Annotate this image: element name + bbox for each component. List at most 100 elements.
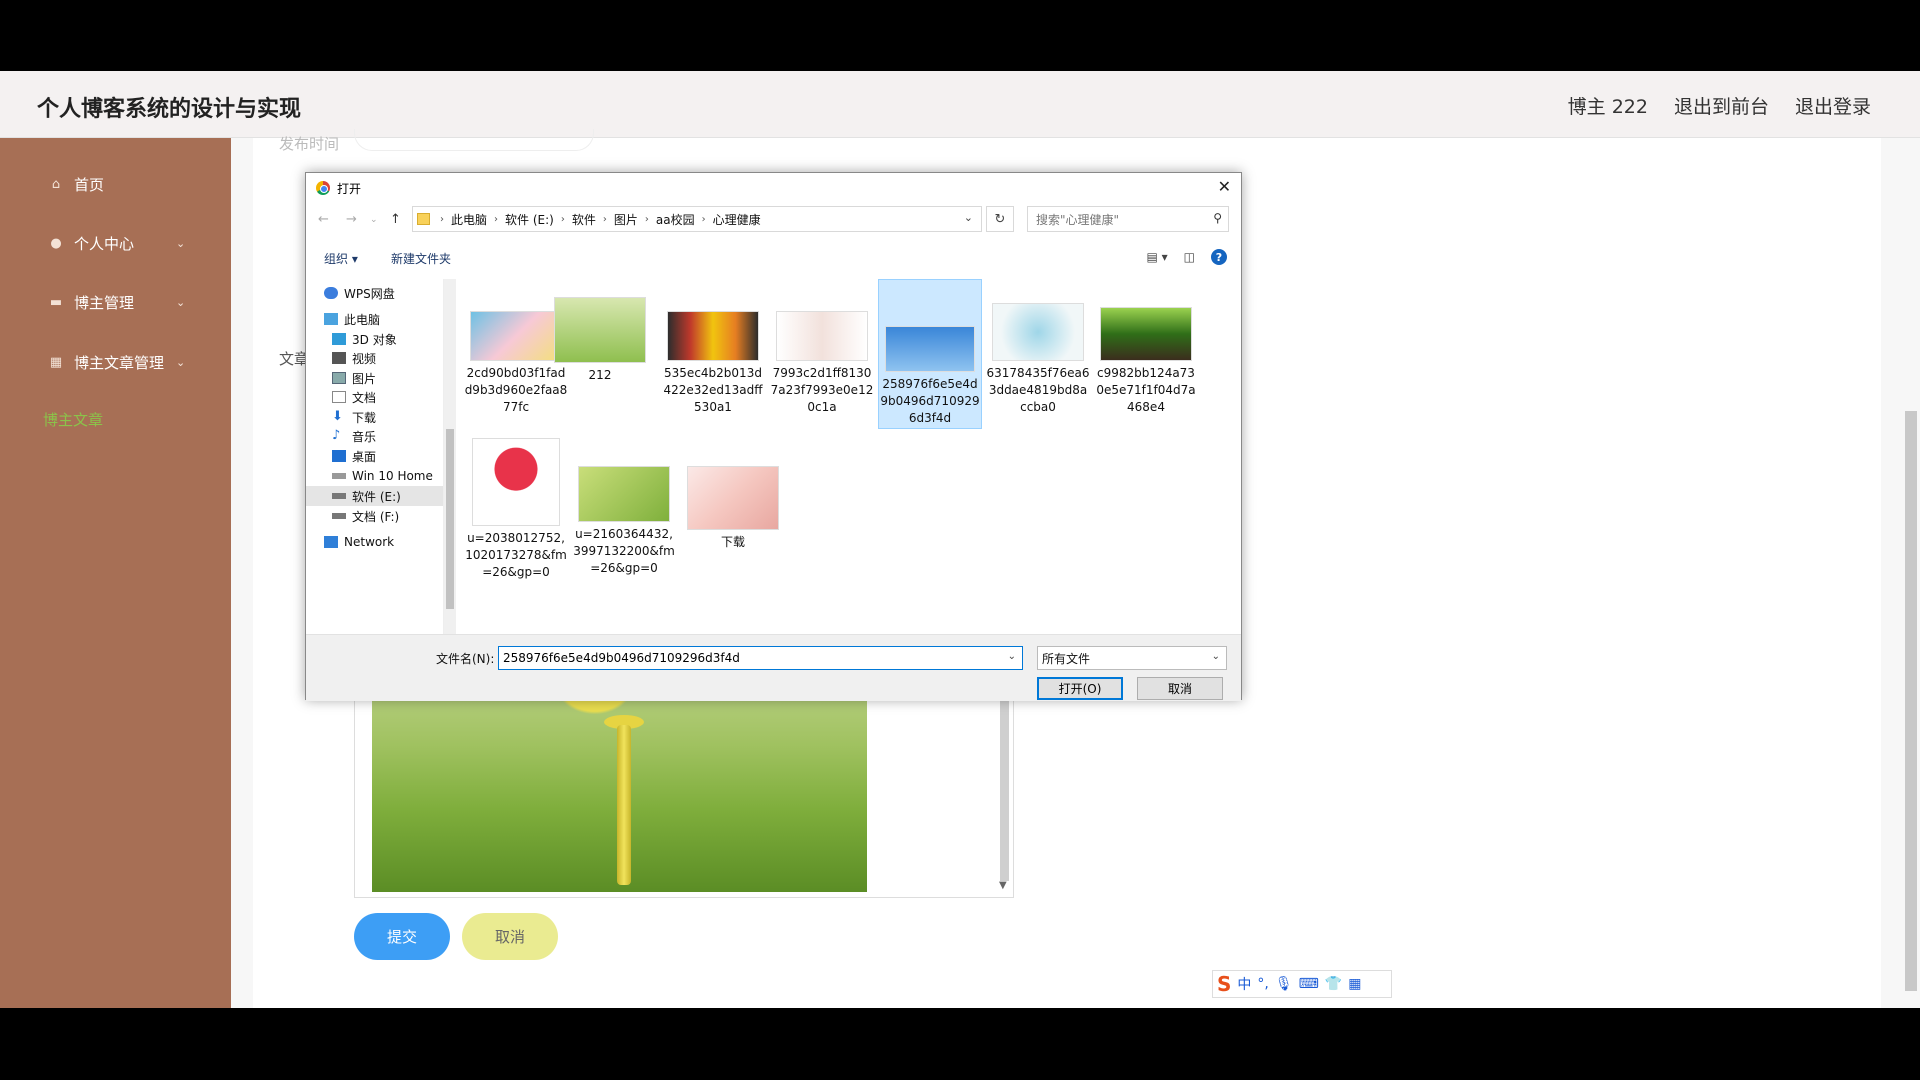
breadcrumb[interactable]: 软件 bbox=[572, 211, 596, 228]
sidebar-item-label: 博主文章管理 bbox=[74, 354, 165, 372]
tree-item-3d[interactable]: 3D 对象 bbox=[332, 329, 397, 349]
forward-icon[interactable]: → bbox=[346, 212, 357, 227]
sidebar-item-blogger[interactable]: ▬ 博主管理 ⌄ bbox=[48, 292, 198, 313]
dialog-titlebar[interactable]: 打开 ✕ bbox=[306, 173, 1241, 203]
close-icon[interactable]: ✕ bbox=[1218, 177, 1231, 196]
sidebar-item-home[interactable]: ⌂ 首页 bbox=[48, 174, 198, 195]
ime-toolbar[interactable]: S 中 °, 🎙 ⌨ 👕 ▦ bbox=[1212, 970, 1392, 998]
cancel-button[interactable]: 取消 bbox=[462, 913, 558, 960]
skin-icon[interactable]: 👕 bbox=[1325, 976, 1342, 992]
dialog-cancel-button[interactable]: 取消 bbox=[1137, 677, 1223, 700]
view-mode-icon[interactable]: ▤ ▾ bbox=[1146, 250, 1167, 264]
breadcrumb[interactable]: 图片 bbox=[614, 211, 638, 228]
tree-item-music[interactable]: ♪ 音乐 bbox=[332, 426, 376, 446]
chevron-down-icon[interactable]: ⌄ bbox=[1008, 651, 1016, 662]
tree-label: Network bbox=[344, 535, 395, 549]
open-button[interactable]: 打开(O) bbox=[1037, 677, 1123, 700]
dialog-title: 打开 bbox=[337, 181, 362, 196]
cube-icon bbox=[332, 333, 346, 345]
breadcrumb-sep: › bbox=[602, 213, 607, 225]
address-bar[interactable]: › 此电脑 › 软件 (E:) › 软件 › 图片 › aa校园 › 心理健康 … bbox=[412, 206, 982, 232]
sidebar-subitem-articles[interactable]: 博主文章 bbox=[43, 409, 103, 430]
preview-pane-icon[interactable]: ◫ bbox=[1184, 250, 1195, 264]
dialog-toolbar: 组织 ▾ 新建文件夹 ▤ ▾ ◫ ? bbox=[306, 243, 1241, 273]
tree-item-docs[interactable]: 文档 bbox=[332, 387, 376, 407]
publish-time-input[interactable] bbox=[354, 129, 594, 151]
file-item-selected[interactable]: 258976f6e5e4d9b0496d7109296d3f4d bbox=[878, 279, 982, 429]
mic-icon[interactable]: 🎙 bbox=[1275, 976, 1293, 992]
file-item[interactable]: c9982bb124a730e5e71f1f04d7a468e4 bbox=[1094, 283, 1198, 416]
file-name: 535ec4b2b013d422e32ed13adff530a1 bbox=[663, 366, 763, 414]
page-scrollbar[interactable] bbox=[1905, 411, 1917, 991]
recent-dropdown-icon[interactable]: ⌄ bbox=[370, 215, 378, 225]
navigation-bar: ← → ⌄ ↑ › 此电脑 › 软件 (E:) › 软件 › 图片 › aa校园… bbox=[306, 206, 1241, 236]
tree-item-desktop[interactable]: 桌面 bbox=[332, 446, 376, 466]
punct-icon[interactable]: °, bbox=[1257, 976, 1268, 992]
tree-item-drive-f[interactable]: 文档 (F:) bbox=[332, 506, 399, 526]
tree-item-wps[interactable]: WPS网盘 bbox=[324, 283, 395, 303]
chevron-down-icon[interactable]: ⌄ bbox=[1212, 651, 1220, 662]
filetype-select[interactable]: 所有文件 ⌄ bbox=[1037, 646, 1227, 670]
back-icon[interactable]: ← bbox=[318, 212, 329, 227]
preview-scrollbar[interactable] bbox=[1000, 686, 1009, 881]
sidebar-item-articles[interactable]: ▦ 博主文章管理 ⌄ bbox=[48, 352, 198, 373]
up-icon[interactable]: ↑ bbox=[390, 212, 401, 227]
new-folder-button[interactable]: 新建文件夹 bbox=[391, 250, 451, 267]
tree-label: 此电脑 bbox=[344, 312, 381, 327]
file-item[interactable]: 下载 bbox=[681, 438, 785, 551]
search-input[interactable]: 搜索"心理健康" ⚲ bbox=[1027, 206, 1229, 232]
chevron-down-icon[interactable]: ⌄ bbox=[964, 211, 973, 224]
tree-item-downloads[interactable]: ⬇ 下载 bbox=[332, 407, 376, 427]
breadcrumb[interactable]: 心理健康 bbox=[713, 211, 761, 228]
file-item[interactable]: 63178435f76ea63ddae4819bd8accba0 bbox=[986, 283, 1090, 416]
sidebar-item-label: 博主管理 bbox=[74, 294, 135, 312]
file-item[interactable]: u=2160364432,3997132200&fm=26&gp=0 bbox=[572, 438, 676, 577]
nav-pane-scrollbar[interactable] bbox=[444, 279, 456, 634]
breadcrumb[interactable]: 软件 (E:) bbox=[505, 211, 554, 228]
ime-mode[interactable]: 中 bbox=[1237, 974, 1251, 994]
filename-input[interactable]: 258976f6e5e4d9b0496d7109296d3f4d ⌄ bbox=[498, 646, 1023, 670]
network-icon bbox=[324, 536, 338, 548]
breadcrumb[interactable]: aa校园 bbox=[656, 211, 695, 228]
tree-item-network[interactable]: Network bbox=[324, 532, 394, 552]
tree-label: 音乐 bbox=[352, 429, 377, 444]
file-item[interactable]: 212 bbox=[552, 283, 648, 384]
file-name: 7993c2d1ff81307a23f7993e0e120c1a bbox=[770, 366, 874, 414]
file-open-dialog: 打开 ✕ ← → ⌄ ↑ › 此电脑 › 软件 (E:) › 软件 › 图片 ›… bbox=[305, 172, 1242, 701]
desktop-icon bbox=[332, 450, 346, 462]
user-label[interactable]: 博主 222 bbox=[1568, 92, 1648, 119]
sogou-icon: S bbox=[1217, 972, 1232, 996]
scroll-thumb[interactable] bbox=[446, 429, 454, 609]
home-icon: ⌂ bbox=[51, 177, 61, 192]
tree-item-drive-e[interactable]: 软件 (E:) bbox=[306, 486, 443, 506]
document-icon bbox=[332, 391, 346, 403]
file-item[interactable]: 535ec4b2b013d422e32ed13adff530a1 bbox=[661, 283, 765, 416]
apps-icon[interactable]: ▦ bbox=[1348, 976, 1361, 992]
drive-icon bbox=[332, 493, 346, 499]
navigation-pane: WPS网盘 此电脑 3D 对象 视频 图片 文档 ⬇ 下载 ♪ 音乐 桌面 Win … bbox=[306, 279, 444, 634]
tree-item-thispc[interactable]: 此电脑 bbox=[324, 309, 380, 329]
tree-label: 视频 bbox=[352, 351, 377, 366]
search-icon[interactable]: ⚲ bbox=[1213, 211, 1222, 225]
tree-item-video[interactable]: 视频 bbox=[332, 348, 376, 368]
sidebar-item-personal[interactable]: ● 个人中心 ⌄ bbox=[48, 233, 198, 254]
file-item[interactable]: u=2038012752,1020173278&fm=26&gp=0 bbox=[464, 438, 568, 581]
keyboard-icon[interactable]: ⌨ bbox=[1299, 976, 1319, 992]
scroll-down-icon[interactable]: ▼ bbox=[999, 880, 1007, 891]
logout-link[interactable]: 退出登录 bbox=[1795, 92, 1871, 119]
help-icon[interactable]: ? bbox=[1211, 249, 1227, 265]
submit-button[interactable]: 提交 bbox=[354, 913, 450, 960]
file-item[interactable]: 7993c2d1ff81307a23f7993e0e120c1a bbox=[770, 283, 874, 416]
front-link[interactable]: 退出到前台 bbox=[1674, 92, 1769, 119]
breadcrumb[interactable]: 此电脑 bbox=[451, 211, 487, 228]
tree-item-win10[interactable]: Win 10 Home bbox=[332, 466, 433, 486]
cloud-icon bbox=[324, 287, 338, 299]
comment-icon: ▬ bbox=[49, 295, 63, 310]
file-name: 下载 bbox=[720, 535, 745, 549]
chevron-down-icon: ⌄ bbox=[176, 237, 186, 250]
refresh-icon[interactable]: ↻ bbox=[986, 206, 1014, 232]
tree-item-pictures[interactable]: 图片 bbox=[332, 368, 376, 388]
publish-time-label: 发布时间 bbox=[279, 135, 340, 153]
picture-icon bbox=[332, 372, 346, 384]
organize-button[interactable]: 组织 ▾ bbox=[324, 250, 358, 267]
